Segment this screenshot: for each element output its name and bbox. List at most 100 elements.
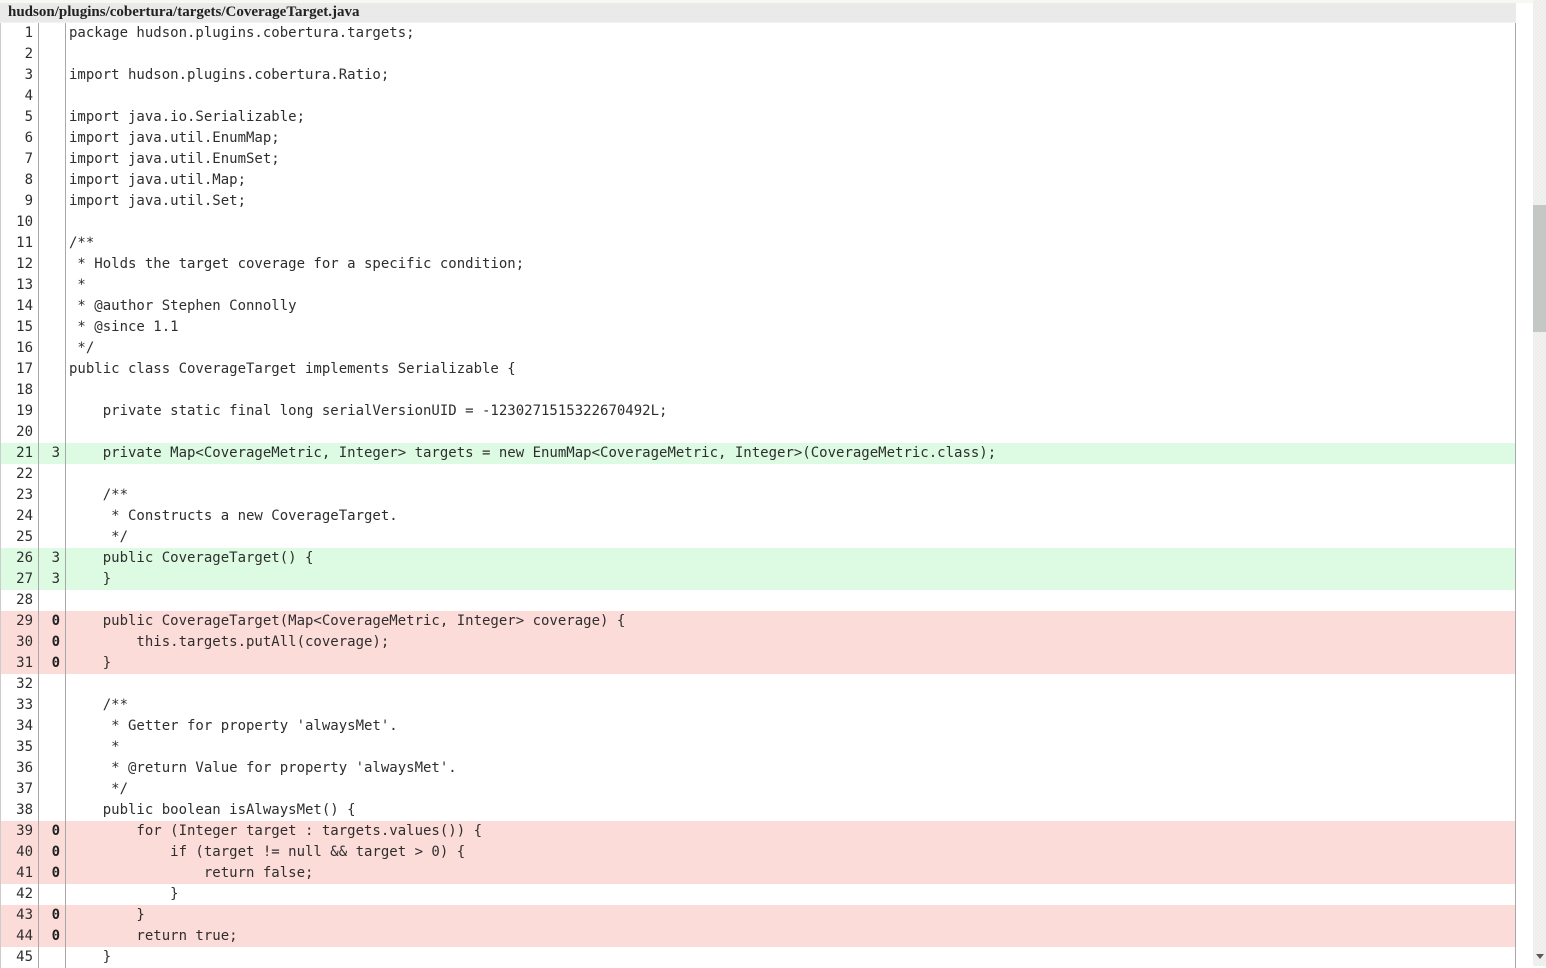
line-number: 26 — [1, 548, 39, 569]
hit-count — [39, 233, 66, 254]
hit-count: 3 — [39, 569, 66, 590]
code-line-row: 12 * Holds the target coverage for a spe… — [1, 254, 1515, 275]
code-text: import java.util.EnumSet; — [66, 149, 1515, 170]
code-text: } — [66, 569, 1515, 590]
hit-count — [39, 422, 66, 443]
hit-count — [39, 527, 66, 548]
line-number: 10 — [1, 212, 39, 233]
code-text: } — [66, 905, 1515, 926]
vertical-scrollbar[interactable] — [1533, 0, 1546, 966]
code-text: public class CoverageTarget implements S… — [66, 359, 1515, 380]
code-text: } — [66, 653, 1515, 674]
hit-count — [39, 275, 66, 296]
code-text: /** — [66, 695, 1515, 716]
code-text — [66, 86, 1515, 107]
line-number: 37 — [1, 779, 39, 800]
code-line-row: 430 } — [1, 905, 1515, 926]
code-text: /** — [66, 233, 1515, 254]
hit-count — [39, 44, 66, 65]
line-number: 30 — [1, 632, 39, 653]
code-line-row: 24 * Constructs a new CoverageTarget. — [1, 506, 1515, 527]
code-text: * — [66, 737, 1515, 758]
scrollbar-thumb[interactable] — [1533, 205, 1546, 332]
scroll-down-arrow-icon[interactable] — [1536, 954, 1544, 959]
hit-count — [39, 464, 66, 485]
line-number: 11 — [1, 233, 39, 254]
code-line-row: 38 public boolean isAlwaysMet() { — [1, 800, 1515, 821]
line-number: 29 — [1, 611, 39, 632]
code-line-row: 400 if (target != null && target > 0) { — [1, 842, 1515, 863]
line-number: 18 — [1, 380, 39, 401]
line-number: 32 — [1, 674, 39, 695]
hit-count — [39, 401, 66, 422]
line-number: 9 — [1, 191, 39, 212]
hit-count — [39, 779, 66, 800]
code-line-row: 45 } — [1, 947, 1515, 968]
hit-count — [39, 338, 66, 359]
code-text: import java.util.Map; — [66, 170, 1515, 191]
hit-count: 0 — [39, 842, 66, 863]
hit-count — [39, 296, 66, 317]
code-text: package hudson.plugins.cobertura.targets… — [66, 23, 1515, 44]
code-line-row: 440 return true; — [1, 926, 1515, 947]
hit-count — [39, 590, 66, 611]
code-text: * — [66, 275, 1515, 296]
line-number: 15 — [1, 317, 39, 338]
line-number: 4 — [1, 86, 39, 107]
line-number: 44 — [1, 926, 39, 947]
line-number: 34 — [1, 716, 39, 737]
code-text — [66, 44, 1515, 65]
hit-count — [39, 800, 66, 821]
code-line-row: 16 */ — [1, 338, 1515, 359]
line-number: 27 — [1, 569, 39, 590]
line-number: 45 — [1, 947, 39, 968]
code-text: } — [66, 947, 1515, 968]
code-line-row: 11 /** — [1, 233, 1515, 254]
code-line-row: 20 — [1, 422, 1515, 443]
code-text: * @author Stephen Connolly — [66, 296, 1515, 317]
code-line-row: 37 */ — [1, 779, 1515, 800]
hit-count — [39, 674, 66, 695]
code-text: public CoverageTarget() { — [66, 548, 1515, 569]
code-line-row: 13 * — [1, 275, 1515, 296]
code-line-row: 22 — [1, 464, 1515, 485]
code-line-row: 32 — [1, 674, 1515, 695]
code-line-row: 2 — [1, 44, 1515, 65]
code-text: public CoverageTarget(Map<CoverageMetric… — [66, 611, 1515, 632]
code-line-row: 8import java.util.Map; — [1, 170, 1515, 191]
code-text: return false; — [66, 863, 1515, 884]
code-line-row: 213 private Map<CoverageMetric, Integer>… — [1, 443, 1515, 464]
hit-count — [39, 128, 66, 149]
code-text: if (target != null && target > 0) { — [66, 842, 1515, 863]
code-line-row: 310 } — [1, 653, 1515, 674]
code-text: */ — [66, 338, 1515, 359]
source-code-table: 1package hudson.plugins.cobertura.target… — [0, 23, 1516, 968]
code-line-row: 273 } — [1, 569, 1515, 590]
code-line-row: 14 * @author Stephen Connolly — [1, 296, 1515, 317]
hit-count — [39, 716, 66, 737]
code-text — [66, 212, 1515, 233]
code-line-row: 6import java.util.EnumMap; — [1, 128, 1515, 149]
code-text: for (Integer target : targets.values()) … — [66, 821, 1515, 842]
hit-count: 0 — [39, 821, 66, 842]
line-number: 12 — [1, 254, 39, 275]
code-text: * Holds the target coverage for a specif… — [66, 254, 1515, 275]
hit-count — [39, 254, 66, 275]
hit-count — [39, 695, 66, 716]
line-number: 17 — [1, 359, 39, 380]
code-text — [66, 380, 1515, 401]
line-number: 40 — [1, 842, 39, 863]
code-line-row: 7import java.util.EnumSet; — [1, 149, 1515, 170]
code-text: import java.util.Set; — [66, 191, 1515, 212]
code-text: private Map<CoverageMetric, Integer> tar… — [66, 443, 1515, 464]
line-number: 20 — [1, 422, 39, 443]
hit-count — [39, 359, 66, 380]
code-line-row: 290 public CoverageTarget(Map<CoverageMe… — [1, 611, 1515, 632]
code-line-row: 19 private static final long serialVersi… — [1, 401, 1515, 422]
line-number: 28 — [1, 590, 39, 611]
line-number: 38 — [1, 800, 39, 821]
hit-count — [39, 737, 66, 758]
code-line-row: 28 — [1, 590, 1515, 611]
code-text: import hudson.plugins.cobertura.Ratio; — [66, 65, 1515, 86]
code-text: import java.io.Serializable; — [66, 107, 1515, 128]
